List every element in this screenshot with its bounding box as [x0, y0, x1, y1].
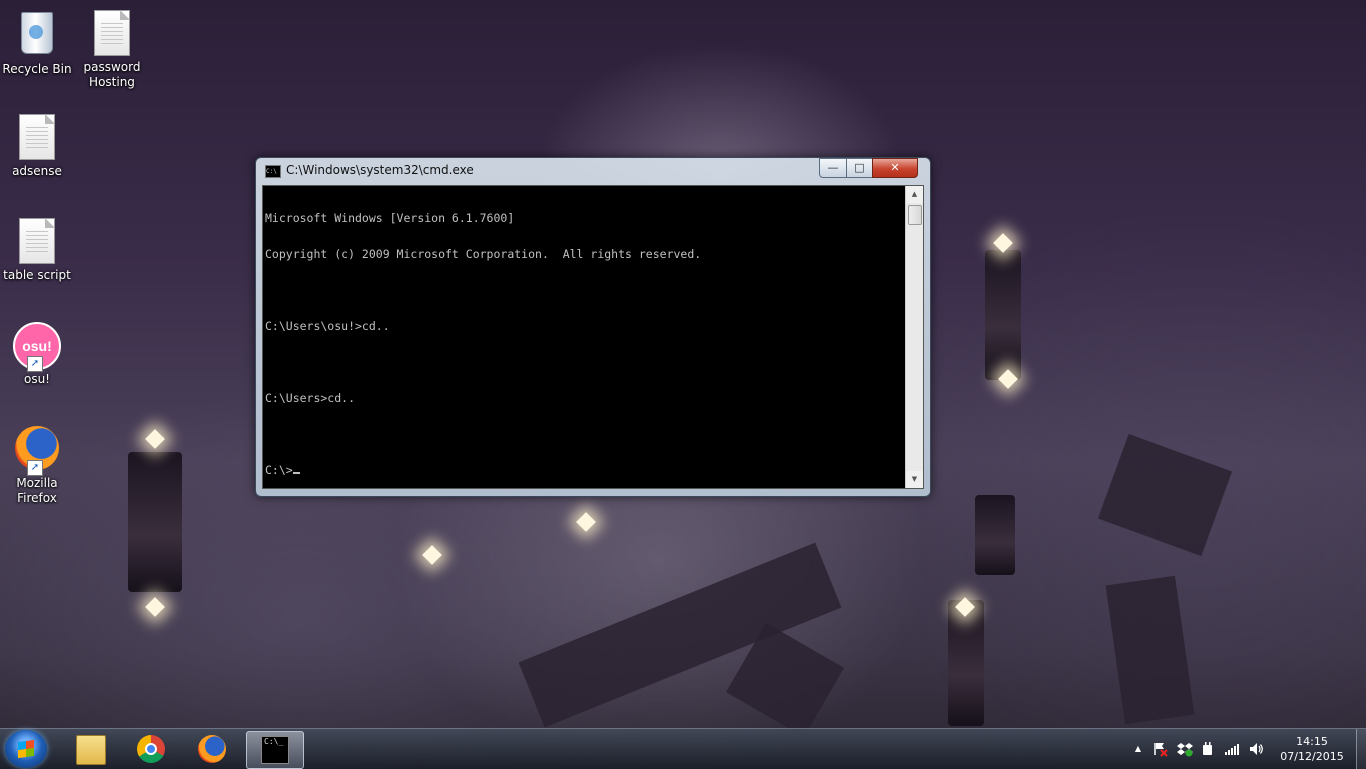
cmd-app-icon[interactable]: C:\ [265, 165, 281, 178]
recycle-bin-icon [13, 12, 61, 60]
console-line: C:\Users\osu!>cd.. [265, 319, 390, 333]
wallpaper-crystal [985, 250, 1021, 380]
console-prompt-line[interactable]: C:\> [265, 464, 905, 476]
desktop-icon-mozilla-firefox[interactable]: ➚ Mozilla Firefox [0, 424, 74, 506]
desktop-icon-label: Firefox [17, 491, 57, 505]
dropbox-icon[interactable] [1177, 741, 1193, 757]
shortcut-arrow-icon: ➚ [27, 460, 43, 476]
wallpaper-shard [1105, 575, 1195, 725]
desktop-icon-osu[interactable]: osu! ➚ osu! [0, 320, 74, 387]
show-desktop-button[interactable] [1356, 729, 1366, 769]
maximize-button[interactable]: □ [846, 158, 873, 178]
desktop-icon-recycle-bin[interactable]: Recycle Bin [0, 8, 74, 77]
console-line: C:\Users>cd.. [265, 391, 356, 405]
console-output[interactable]: Microsoft Windows [Version 6.1.7600] Cop… [265, 188, 905, 486]
text-file-icon [88, 10, 136, 58]
desktop-icon-label: adsense [12, 164, 62, 178]
cmd-titlebar[interactable]: C:\ C:\Windows\system32\cmd.exe — □ ✕ [256, 158, 930, 184]
wallpaper-shard [1097, 433, 1233, 557]
minimize-button[interactable]: — [819, 158, 847, 178]
wallpaper-glow [422, 545, 442, 565]
volume-icon[interactable] [1248, 741, 1264, 757]
wallpaper-crystal [948, 600, 984, 726]
desktop-icon-label: Mozilla [16, 476, 58, 490]
scroll-down-arrow-icon[interactable]: ▼ [906, 471, 923, 488]
text-file-icon [13, 114, 61, 162]
console-prompt: C:\> [265, 463, 293, 477]
shortcut-arrow-icon: ➚ [27, 356, 43, 372]
cmd-window-title: C:\Windows\system32\cmd.exe [286, 163, 474, 177]
start-button[interactable] [5, 730, 47, 768]
chrome-icon [137, 735, 165, 763]
scroll-up-arrow-icon[interactable]: ▲ [906, 186, 923, 203]
clock-date: 07/12/2015 [1280, 750, 1344, 763]
close-button[interactable]: ✕ [872, 158, 918, 178]
windows-explorer-icon [76, 735, 106, 765]
wallpaper-crystal [128, 452, 182, 592]
desktop-icon-label: Hosting [89, 75, 135, 89]
desktop-icon-password-hosting[interactable]: password Hosting [75, 8, 149, 90]
desktop-icon-label: table script [3, 268, 71, 282]
console-area[interactable]: Microsoft Windows [Version 6.1.7600] Cop… [262, 185, 924, 489]
desktop-icon-table-script[interactable]: table script [0, 216, 74, 283]
wallpaper-crystal [975, 495, 1015, 575]
taskbar: C:\_ ▲ 14:15 07/12/2015 [0, 728, 1366, 769]
firefox-icon: ➚ [13, 426, 61, 476]
console-line: Microsoft Windows [Version 6.1.7600] [265, 211, 515, 225]
cmd-icon: C:\_ [261, 736, 289, 764]
wallpaper-glow [145, 597, 165, 617]
taskbar-firefox[interactable] [184, 731, 240, 767]
network-signal-icon[interactable] [1224, 741, 1240, 757]
desktop-icon-adsense[interactable]: adsense [0, 112, 74, 179]
osu-icon: osu! ➚ [13, 322, 61, 372]
scrollbar-thumb[interactable] [908, 205, 922, 225]
cmd-window[interactable]: C:\ C:\Windows\system32\cmd.exe — □ ✕ Mi… [255, 157, 931, 497]
taskbar-cmd[interactable]: C:\_ [246, 731, 304, 769]
power-plug-icon[interactable] [1200, 741, 1216, 757]
action-center-flag-icon[interactable] [1152, 741, 1168, 757]
wallpaper-glow [145, 429, 165, 449]
desktop-icon-label: Recycle Bin [2, 62, 72, 76]
vertical-scrollbar[interactable]: ▲ ▼ [905, 186, 923, 488]
text-file-icon [13, 218, 61, 266]
taskbar-windows-explorer[interactable] [62, 731, 118, 767]
taskbar-chrome[interactable] [123, 731, 179, 767]
console-line: Copyright (c) 2009 Microsoft Corporation… [265, 247, 702, 261]
show-hidden-icons-button[interactable]: ▲ [1130, 741, 1146, 757]
windows-logo-icon [18, 739, 34, 759]
wallpaper-glow [576, 512, 596, 532]
clock-time: 14:15 [1296, 735, 1328, 748]
text-cursor [292, 472, 300, 474]
firefox-icon [198, 735, 226, 763]
desktop-icon-label: osu! [23, 372, 50, 386]
desktop-icon-label: password [83, 60, 141, 74]
system-clock[interactable]: 14:15 07/12/2015 [1272, 734, 1352, 764]
